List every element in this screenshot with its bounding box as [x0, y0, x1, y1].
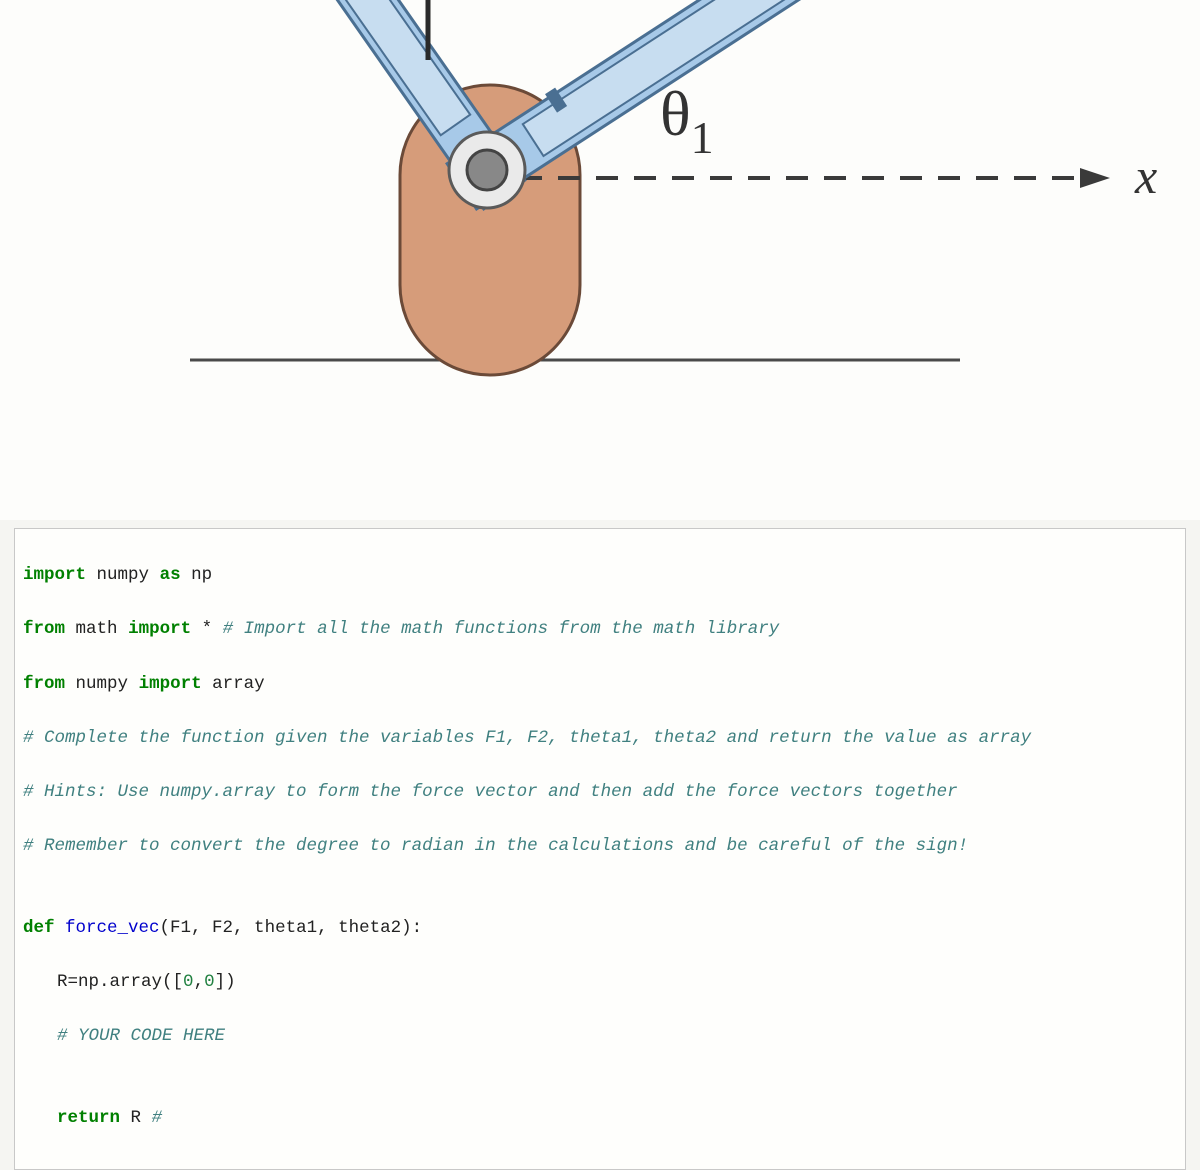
code-line-return: return R #	[23, 1105, 1177, 1132]
code-line-1: import numpy as np	[23, 562, 1177, 589]
theta-symbol: θ1	[660, 78, 714, 163]
code-line-R: R=np.array([0,0])	[23, 969, 1177, 996]
code-line-5: # Hints: Use numpy.array to form the for…	[23, 779, 1177, 806]
code-line-def: def force_vec(F1, F2, theta1, theta2):	[23, 915, 1177, 942]
diagram-svg: θ1 x	[0, 0, 1200, 520]
code-line-6: # Remember to convert the degree to radi…	[23, 833, 1177, 860]
code-cell: import numpy as np from math import * # …	[14, 528, 1186, 1170]
x-axis-label: x	[1134, 148, 1157, 204]
code-line-4: # Complete the function given the variab…	[23, 725, 1177, 752]
code-line-2: from math import * # Import all the math…	[23, 616, 1177, 643]
code-line-3: from numpy import array	[23, 671, 1177, 698]
physics-diagram: θ1 x	[0, 0, 1200, 520]
code-line-placeholder: # YOUR CODE HERE	[23, 1023, 1177, 1050]
